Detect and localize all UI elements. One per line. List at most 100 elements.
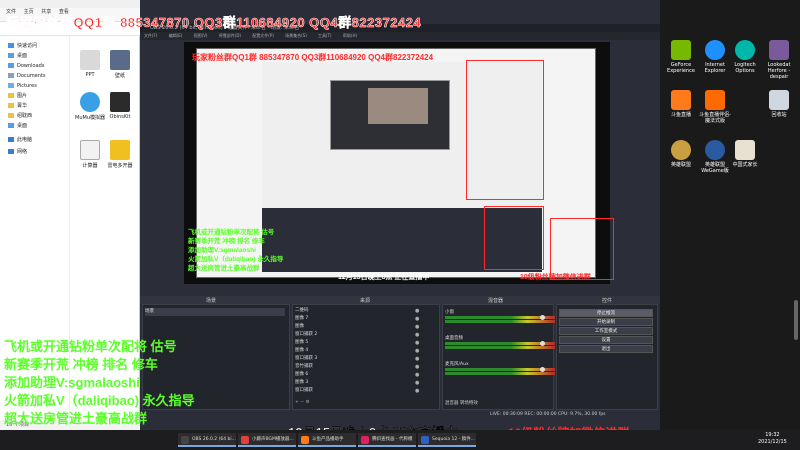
menu-help[interactable]: 帮助(H) [343,33,357,38]
studio-mode-button[interactable]: 工作室模式 [559,327,653,335]
mixer-title: 混音器 [488,298,504,304]
desktop-icon[interactable]: 斗鱼直播伴侣-魔法式版 [698,90,732,124]
nav-item-folder-2[interactable]: 菁华 [8,102,27,110]
source-item[interactable]: 二维码 ● [295,307,419,315]
start-recording-button[interactable]: 开始录制 [559,318,653,326]
nav-item-folder-4[interactable]: 桌面 [8,122,27,130]
source-item[interactable]: 音竹捕获 ● [295,363,419,371]
exit-button[interactable]: 退出 [559,345,653,353]
file-item[interactable]: 壁纸 [105,50,135,79]
logitech-icon [735,40,755,60]
folder-icon [8,53,14,58]
tab-transitions[interactable]: 转场特效 [460,401,478,406]
eye-icon[interactable]: ● [415,315,419,323]
scene-item[interactable]: 场景 [145,308,285,316]
desktop-icon[interactable]: 中国式家长 [728,140,762,168]
sequoia-icon [421,436,429,444]
explorer-title-bar[interactable] [0,0,140,8]
mumu-app-icon [80,92,100,112]
file-item[interactable]: PPT [75,50,105,78]
menu-file[interactable]: 文件(F) [144,33,157,38]
mixer-channel: 桌面音频 [445,335,555,349]
desktop-icon[interactable]: GeForce Experience [664,40,698,74]
nav-item-documents[interactable]: Documents [8,72,46,80]
music-icon [241,436,249,444]
source-item[interactable]: 图像 4 ● [295,347,419,355]
desktop-icon[interactable]: 斗鱼直播 [664,90,698,118]
desktop-icon[interactable]: Internet Explorer [698,40,732,74]
eye-icon[interactable]: ● [415,331,419,339]
obinskit-app-icon [110,92,130,112]
file-item[interactable]: 雷电多开器 [105,140,135,169]
taskbar-item-obs[interactable]: OBS 26.0.2 (64 bi... [178,433,236,447]
desktop-icon[interactable]: Logitech Options [728,40,762,74]
eye-icon[interactable]: ● [415,339,419,347]
tab-mixer[interactable]: 混音器 [445,401,459,406]
file-item[interactable]: ObinsKit [105,92,135,120]
folder-icon [8,113,14,118]
nav-item-downloads[interactable]: Downloads [8,62,44,70]
source-item[interactable]: 图像 3 ● [295,379,419,387]
scrollbar-thumb[interactable] [794,300,798,340]
menu-docks[interactable]: 停靠部件(D) [219,33,241,38]
red-frame [466,60,544,200]
promo-line: 添加助理V:sgmalaoshi [188,247,256,254]
file-item[interactable]: 计算器 [75,140,105,169]
promo-line: 新赛季开荒 冲榜 排名 修车 [4,357,158,372]
eye-icon[interactable]: ● [415,323,419,331]
source-item[interactable]: 窗口捕获 ● [295,387,419,395]
volume-slider-knob[interactable] [540,315,545,320]
menu-scene-collection[interactable]: 场景集合(S) [285,33,307,38]
mixer-dock: 小窗 桌面音频 麦克风/Aux 混音器 转场特效 [442,304,555,410]
menu-profile[interactable]: 配置文件(P) [252,33,274,38]
nav-item-pictures[interactable]: Pictures [8,82,37,90]
sources-dock: 二维码 ● 图像 7 ● 图像 ● 窗口捕获 2 ● 图像 5 ● 图像 4 ● 窗口捕获 … [292,304,440,410]
source-item[interactable]: 图像 7 ● [295,315,419,323]
eye-icon[interactable]: ● [415,363,419,371]
stop-streaming-button[interactable]: 停止推流 [559,309,653,317]
taskbar-item-douyu[interactable]: 斗鱼产品播助手 [298,433,356,447]
qq-group-banner: 玩家粉丝群QQ1群 885347870 QQ3群110684920 QQ4群82… [6,15,422,31]
taskbar-item-browser[interactable]: 腾斜查找画 - 代称模 [358,433,416,447]
eye-icon[interactable]: ● [415,355,419,363]
desktop-icon[interactable]: Lookedat Herfore - despair [762,40,796,80]
volume-meter [445,320,555,323]
eye-icon[interactable]: ● [415,347,419,355]
add-icon[interactable]: + [295,400,299,405]
taskbar-item-sequoia[interactable]: Sequoia 12 - 稿件... [418,433,476,447]
source-item[interactable]: 图像 ● [295,323,419,331]
gear-icon[interactable]: ⚙ [305,400,309,405]
desktop-icon[interactable]: 英雄联盟WeGame版 [698,140,732,174]
volume-slider-knob[interactable] [540,367,545,372]
file-item[interactable]: MuMu模拟器 [75,92,105,121]
settings-button[interactable]: 设置 [559,336,653,344]
nav-item-this-pc[interactable]: 此电脑 [8,136,32,144]
source-item[interactable]: 图像 6 ● [295,371,419,379]
eye-icon[interactable]: ● [415,387,419,395]
download-icon [8,63,14,68]
remove-icon[interactable]: − [300,400,304,405]
menu-view[interactable]: 视图(V) [194,33,208,38]
nav-item-network[interactable]: 网络 [8,148,27,156]
menu-tools[interactable]: 工具(T) [318,33,332,38]
nav-item-folder-3[interactable]: 绍耽西 [8,112,32,120]
nav-item-desktop[interactable]: 桌面 [8,52,27,60]
menu-edit[interactable]: 编辑(E) [169,33,183,38]
folder-icon [8,103,14,108]
source-item[interactable]: 窗口捕获 3 ● [295,355,419,363]
eye-icon[interactable]: ● [415,379,419,387]
eye-icon[interactable]: ● [415,371,419,379]
source-item[interactable]: 窗口捕获 2 ● [295,331,419,339]
system-clock[interactable]: 19:32 2021/12/15 [758,432,787,446]
nav-item-quick-access[interactable]: 快速访问 [8,42,37,50]
nested-preview-3 [368,88,428,124]
volume-slider-knob[interactable] [540,341,545,346]
nav-item-folder-1[interactable]: 图片 [8,92,27,100]
source-toolbar: + − ⚙ [295,399,309,407]
taskbar-item-bgm[interactable]: 小藤声BGM播放器... [238,433,296,447]
lol-wegame-icon [705,140,725,160]
source-item[interactable]: 图像 5 ● [295,339,419,347]
desktop-icon[interactable]: 回收站 [762,90,796,118]
desktop-icon[interactable]: 英雄联盟 [664,140,698,168]
eye-icon[interactable]: ● [415,307,419,315]
